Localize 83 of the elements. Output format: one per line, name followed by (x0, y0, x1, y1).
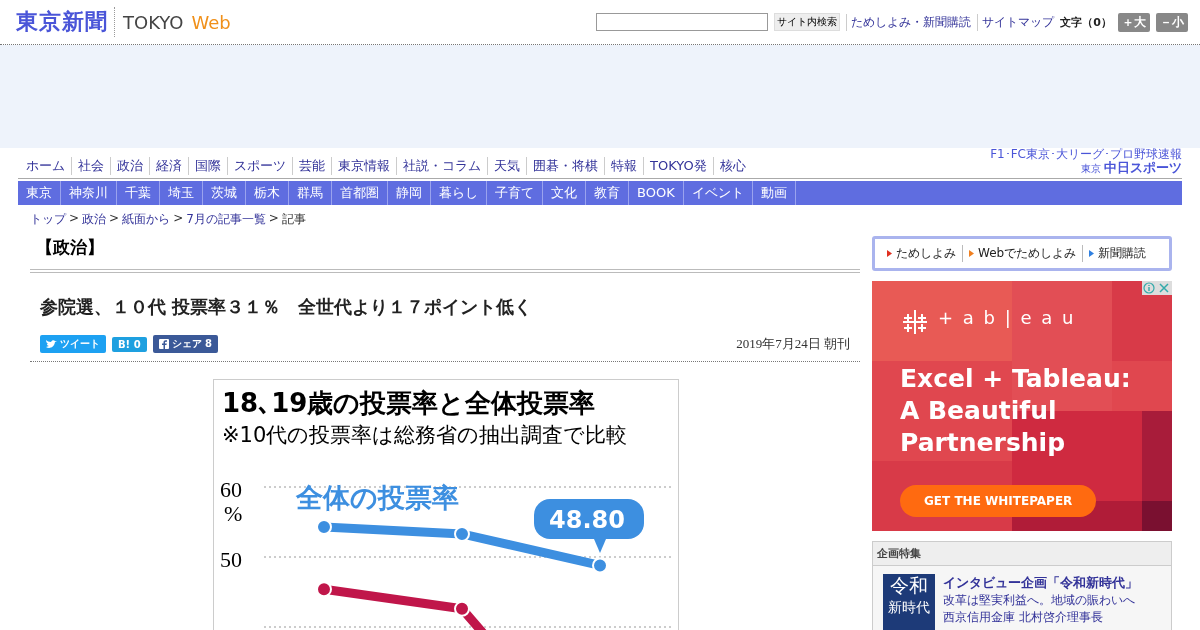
breadcrumb-separator: > (109, 211, 120, 227)
region-link[interactable]: 静岡 (388, 181, 431, 205)
series-label: 全体の投票率 (296, 482, 459, 513)
ad-headline: Partnership (900, 427, 1067, 459)
nav-link[interactable]: 東京情報 (331, 157, 396, 175)
region-link[interactable]: 栃木 (246, 181, 289, 205)
axis-label: 50 (220, 547, 242, 572)
region-link[interactable]: 埼玉 (160, 181, 203, 205)
logo-icon (900, 307, 930, 337)
share-button[interactable]: シェア 8 (152, 335, 219, 353)
article-date: 2019年7月24日 朝刊 (736, 335, 850, 353)
breadcrumb-separator: > (69, 211, 80, 227)
chart-point (316, 518, 332, 535)
feature-text: 西京信用金庫 北村啓介理事長 (943, 609, 1104, 626)
ad-headline: A Beautiful (900, 395, 1058, 427)
region-link[interactable]: 神奈川 (61, 181, 117, 205)
figure-title: 18､19歳の投票率と全体投票率 (221, 387, 597, 420)
region-link[interactable]: 首都圏 (332, 181, 388, 205)
ad-brand: + a b | e a u (938, 307, 1076, 330)
chart-point (454, 525, 470, 542)
header-link[interactable]: サイトマップ (977, 13, 1055, 31)
search-button[interactable]: サイト内検索 (774, 13, 841, 31)
axis-unit: % (224, 501, 243, 526)
nav-link[interactable]: 政治 (110, 157, 149, 175)
breadcrumb-link[interactable]: 7月の記事一覧 (186, 211, 266, 228)
ad-headline: Excel + Tableau: (900, 363, 1132, 395)
promo-caption: F1･FC東京･大リーグ･プロ野球速報 (990, 148, 1182, 161)
nav-link[interactable]: 天気 (487, 157, 526, 175)
nav-link[interactable]: 社会 (71, 157, 110, 175)
ad-choices-icon[interactable] (1142, 281, 1172, 295)
font-size-label: 文字（0） (1060, 14, 1112, 30)
region-link[interactable]: 教育 (586, 181, 629, 205)
region-link[interactable]: 茨城 (203, 181, 246, 205)
feature-thumbnail[interactable]: 令和 新時代 (883, 574, 935, 630)
chart-point (592, 557, 608, 574)
font-size-button[interactable]: ＋大 (1118, 12, 1150, 32)
axis-label: 60 (220, 477, 242, 502)
feature-title[interactable]: インタビュー企画「令和新時代」 (943, 574, 1138, 592)
breadcrumb-link[interactable]: 紙面から (122, 211, 171, 228)
region-link[interactable]: 群馬 (289, 181, 332, 205)
region-link[interactable]: 暮らし (431, 181, 487, 205)
nav-link[interactable]: TOKYO発 (643, 157, 713, 175)
chart-point (316, 581, 332, 598)
bird-icon (46, 339, 57, 349)
region-link[interactable]: 東京 (18, 181, 61, 205)
section-heading: 【政治】 (30, 234, 860, 273)
nav-link[interactable]: 社説・コラム (396, 157, 487, 175)
region-link[interactable]: 文化 (543, 181, 586, 205)
chart-point (454, 600, 470, 617)
promo-tab[interactable]: Webでためしよみ (962, 245, 1083, 262)
figure-note: ※10代の投票率は総務省の抽出調査で比較 (221, 422, 629, 449)
header-link[interactable]: ためしよみ・新聞購読 (846, 13, 972, 31)
nav-link[interactable]: 国際 (188, 157, 227, 175)
search-field[interactable] (596, 13, 769, 31)
nav-link[interactable]: 経済 (149, 157, 188, 175)
breadcrumb-link[interactable]: トップ (30, 211, 66, 228)
nav-link[interactable]: ホーム (20, 157, 71, 175)
nav-link[interactable]: 核心 (712, 157, 752, 175)
nav-link[interactable]: 特報 (604, 157, 643, 175)
region-link[interactable]: イベント (683, 181, 753, 205)
region-link[interactable]: 千葉 (117, 181, 160, 205)
breadcrumb-separator: > (173, 211, 184, 227)
region-link[interactable]: 動画 (752, 181, 796, 205)
nav-link[interactable]: 囲碁・将棋 (526, 157, 604, 175)
logo[interactable]: 東京新聞 (16, 7, 115, 37)
logo-text: TOKYO (123, 11, 184, 33)
region-link[interactable]: 子育て (487, 181, 543, 205)
article-title: 参院選、１０代 投票率３１％ 全世代より１７ポイント低く (39, 295, 534, 319)
breadcrumb-link[interactable]: 政治 (82, 211, 107, 228)
breadcrumb-separator: > (268, 211, 279, 227)
logo-text: Web (191, 11, 231, 33)
breadcrumb-current: 記事 (281, 211, 306, 228)
sports-link[interactable]: 東京 中日スポーツ (1081, 161, 1182, 175)
facebook-icon (158, 339, 169, 349)
region-link[interactable]: BOOK (629, 181, 684, 205)
feature-text: 改革は堅実利益へ。地域の賑わいへ (943, 592, 1136, 609)
nav-link[interactable]: 芸能 (292, 157, 331, 175)
feature-heading: 企画特集 (873, 542, 1171, 566)
promo-tab[interactable]: ためしよみ (881, 245, 962, 262)
promo-tab[interactable]: 新聞購読 (1082, 245, 1153, 262)
font-size-button[interactable]: －小 (1156, 12, 1188, 32)
callout-value: 48.80 (549, 506, 625, 534)
nav-link[interactable]: スポーツ (227, 157, 292, 175)
